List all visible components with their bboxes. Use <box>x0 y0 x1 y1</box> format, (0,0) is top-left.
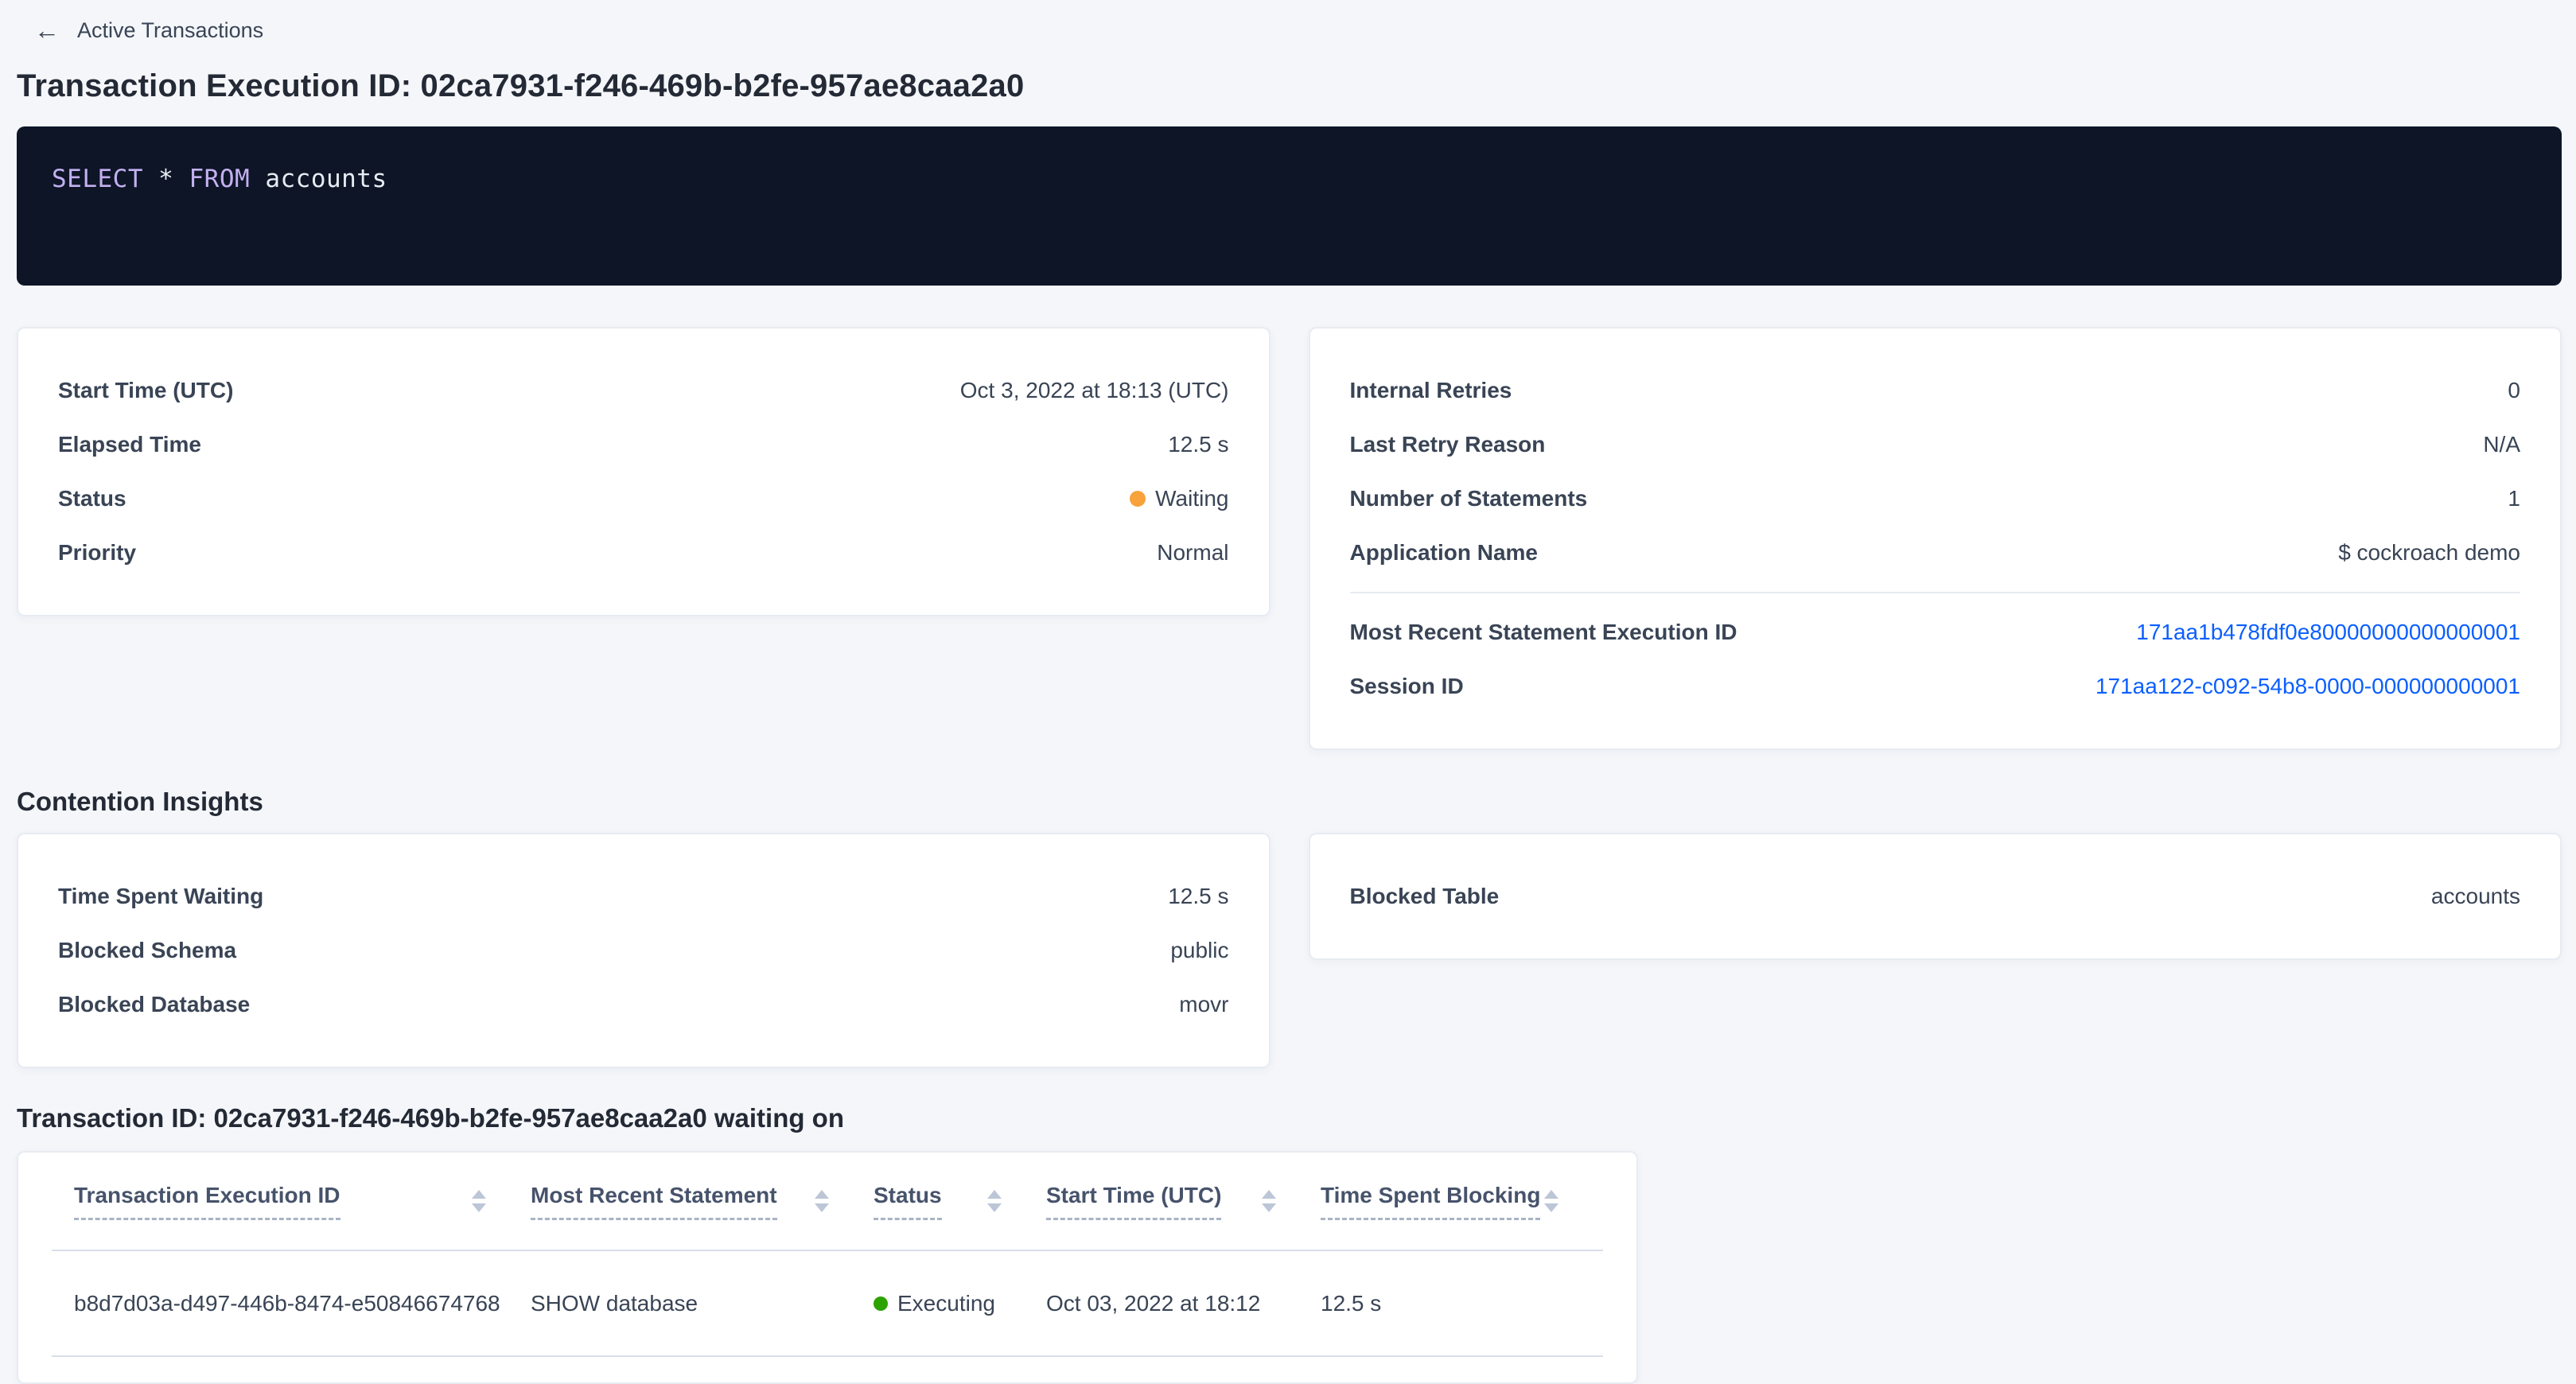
session-id-row: Session ID 171aa122-c092-54b8-0000-00000… <box>1350 659 2521 713</box>
elapsed-time-row: Elapsed Time 12.5 s <box>58 418 1229 472</box>
statement-execution-id-label: Most Recent Statement Execution ID <box>1350 620 1737 645</box>
waiting-on-heading: Transaction ID: 02ca7931-f246-469b-b2fe-… <box>17 1103 2562 1133</box>
sql-keyword-from: FROM <box>189 165 251 193</box>
number-of-statements-label: Number of Statements <box>1350 486 1588 511</box>
last-retry-reason-value: N/A <box>2483 432 2520 457</box>
column-label: Transaction Execution ID <box>74 1183 340 1220</box>
sort-icon[interactable] <box>472 1190 486 1212</box>
blocked-table-label: Blocked Table <box>1350 884 1500 909</box>
transaction-details-page: ← Active Transactions Transaction Execut… <box>0 0 2576 1384</box>
number-of-statements-row: Number of Statements 1 <box>1350 472 2521 526</box>
blocked-schema-row: Blocked Schema public <box>58 923 1229 978</box>
waiting-transactions-table: Transaction Execution ID Most Recent Sta… <box>17 1151 1638 1384</box>
back-link-label: Active Transactions <box>77 18 263 43</box>
contention-cards-row: Time Spent Waiting 12.5 s Blocked Schema… <box>17 833 2562 1068</box>
priority-value: Normal <box>1157 540 1228 566</box>
cell-time-spent-blocking: 12.5 s <box>1321 1291 1603 1316</box>
column-header-time-spent-blocking[interactable]: Time Spent Blocking <box>1321 1183 1603 1220</box>
sql-identifier: accounts <box>265 165 387 193</box>
blocked-table-value: accounts <box>2431 884 2520 909</box>
back-arrow-icon: ← <box>34 17 60 43</box>
status-value: Waiting <box>1130 486 1228 511</box>
session-id-label: Session ID <box>1350 674 1464 699</box>
status-row: Status Waiting <box>58 472 1229 526</box>
last-retry-reason-row: Last Retry Reason N/A <box>1350 418 2521 472</box>
blocked-database-row: Blocked Database movr <box>58 978 1229 1032</box>
contention-insights-heading: Contention Insights <box>17 787 2562 817</box>
table-inner: Transaction Execution ID Most Recent Sta… <box>18 1153 1636 1357</box>
column-label: Status <box>874 1183 942 1220</box>
contention-left-card: Time Spent Waiting 12.5 s Blocked Schema… <box>17 833 1270 1068</box>
start-time-label: Start Time (UTC) <box>58 378 233 403</box>
status-waiting-dot-icon <box>1130 491 1146 507</box>
column-label: Most Recent Statement <box>531 1183 777 1220</box>
application-name-value: $ cockroach demo <box>2338 540 2520 566</box>
cell-transaction-execution-id: b8d7d03a-d497-446b-8474-e50846674768 <box>52 1291 531 1316</box>
column-header-status[interactable]: Status <box>874 1183 1046 1220</box>
start-time-row: Start Time (UTC) Oct 3, 2022 at 18:13 (U… <box>58 363 1229 418</box>
table-row: b8d7d03a-d497-446b-8474-e50846674768 SHO… <box>52 1251 1603 1357</box>
application-name-label: Application Name <box>1350 540 1538 566</box>
sql-keyword-select: SELECT <box>52 165 143 193</box>
status-waiting-text: Waiting <box>1155 486 1228 511</box>
column-header-start-time[interactable]: Start Time (UTC) <box>1046 1183 1321 1220</box>
priority-label: Priority <box>58 540 136 566</box>
blocked-table-row: Blocked Table accounts <box>1350 869 2521 923</box>
internal-retries-value: 0 <box>2508 378 2520 403</box>
session-id-link[interactable]: 171aa122-c092-54b8-0000-000000000001 <box>2095 674 2520 699</box>
cell-start-time: Oct 03, 2022 at 18:12 <box>1046 1291 1321 1316</box>
status-executing-dot-icon <box>874 1297 888 1311</box>
blocked-database-label: Blocked Database <box>58 992 250 1017</box>
column-header-transaction-execution-id[interactable]: Transaction Execution ID <box>52 1183 531 1220</box>
blocked-schema-label: Blocked Schema <box>58 938 236 963</box>
sort-icon[interactable] <box>1262 1190 1276 1212</box>
execution-summary-card: Start Time (UTC) Oct 3, 2022 at 18:13 (U… <box>17 327 1270 616</box>
column-header-most-recent-statement[interactable]: Most Recent Statement <box>531 1183 874 1220</box>
cell-most-recent-statement: SHOW database <box>531 1291 874 1316</box>
status-executing-text: Executing <box>897 1291 995 1316</box>
internal-retries-label: Internal Retries <box>1350 378 1512 403</box>
summary-cards-row: Start Time (UTC) Oct 3, 2022 at 18:13 (U… <box>17 327 2562 750</box>
internal-retries-row: Internal Retries 0 <box>1350 363 2521 418</box>
time-spent-waiting-row: Time Spent Waiting 12.5 s <box>58 869 1229 923</box>
elapsed-time-value: 12.5 s <box>1168 432 1228 457</box>
sort-icon[interactable] <box>815 1190 829 1212</box>
sort-icon[interactable] <box>987 1190 1002 1212</box>
back-link[interactable]: ← Active Transactions <box>17 13 263 48</box>
status-label: Status <box>58 486 126 511</box>
sort-icon[interactable] <box>1544 1190 1558 1212</box>
statement-execution-id-link[interactable]: 171aa1b478fdf0e80000000000000001 <box>2136 620 2520 645</box>
elapsed-time-label: Elapsed Time <box>58 432 201 457</box>
card-divider <box>1350 592 2521 593</box>
start-time-value: Oct 3, 2022 at 18:13 (UTC) <box>960 378 1229 403</box>
contention-right-card: Blocked Table accounts <box>1309 833 2562 960</box>
cell-status: Executing <box>874 1291 1046 1316</box>
column-label: Start Time (UTC) <box>1046 1183 1221 1220</box>
priority-row: Priority Normal <box>58 526 1229 580</box>
transaction-details-card: Internal Retries 0 Last Retry Reason N/A… <box>1309 327 2562 750</box>
statement-execution-id-row: Most Recent Statement Execution ID 171aa… <box>1350 605 2521 659</box>
page-title: Transaction Execution ID: 02ca7931-f246-… <box>17 68 2562 104</box>
sql-statement: SELECT * FROM accounts <box>52 165 2527 193</box>
blocked-database-value: movr <box>1179 992 1228 1017</box>
table-header-row: Transaction Execution ID Most Recent Sta… <box>52 1153 1603 1251</box>
sql-star: * <box>158 165 173 193</box>
last-retry-reason-label: Last Retry Reason <box>1350 432 1546 457</box>
sql-statement-box: SELECT * FROM accounts <box>17 126 2562 286</box>
column-label: Time Spent Blocking <box>1321 1183 1540 1220</box>
time-spent-waiting-value: 12.5 s <box>1168 884 1228 909</box>
blocked-schema-value: public <box>1170 938 1228 963</box>
time-spent-waiting-label: Time Spent Waiting <box>58 884 263 909</box>
number-of-statements-value: 1 <box>2508 486 2520 511</box>
application-name-row: Application Name $ cockroach demo <box>1350 526 2521 580</box>
